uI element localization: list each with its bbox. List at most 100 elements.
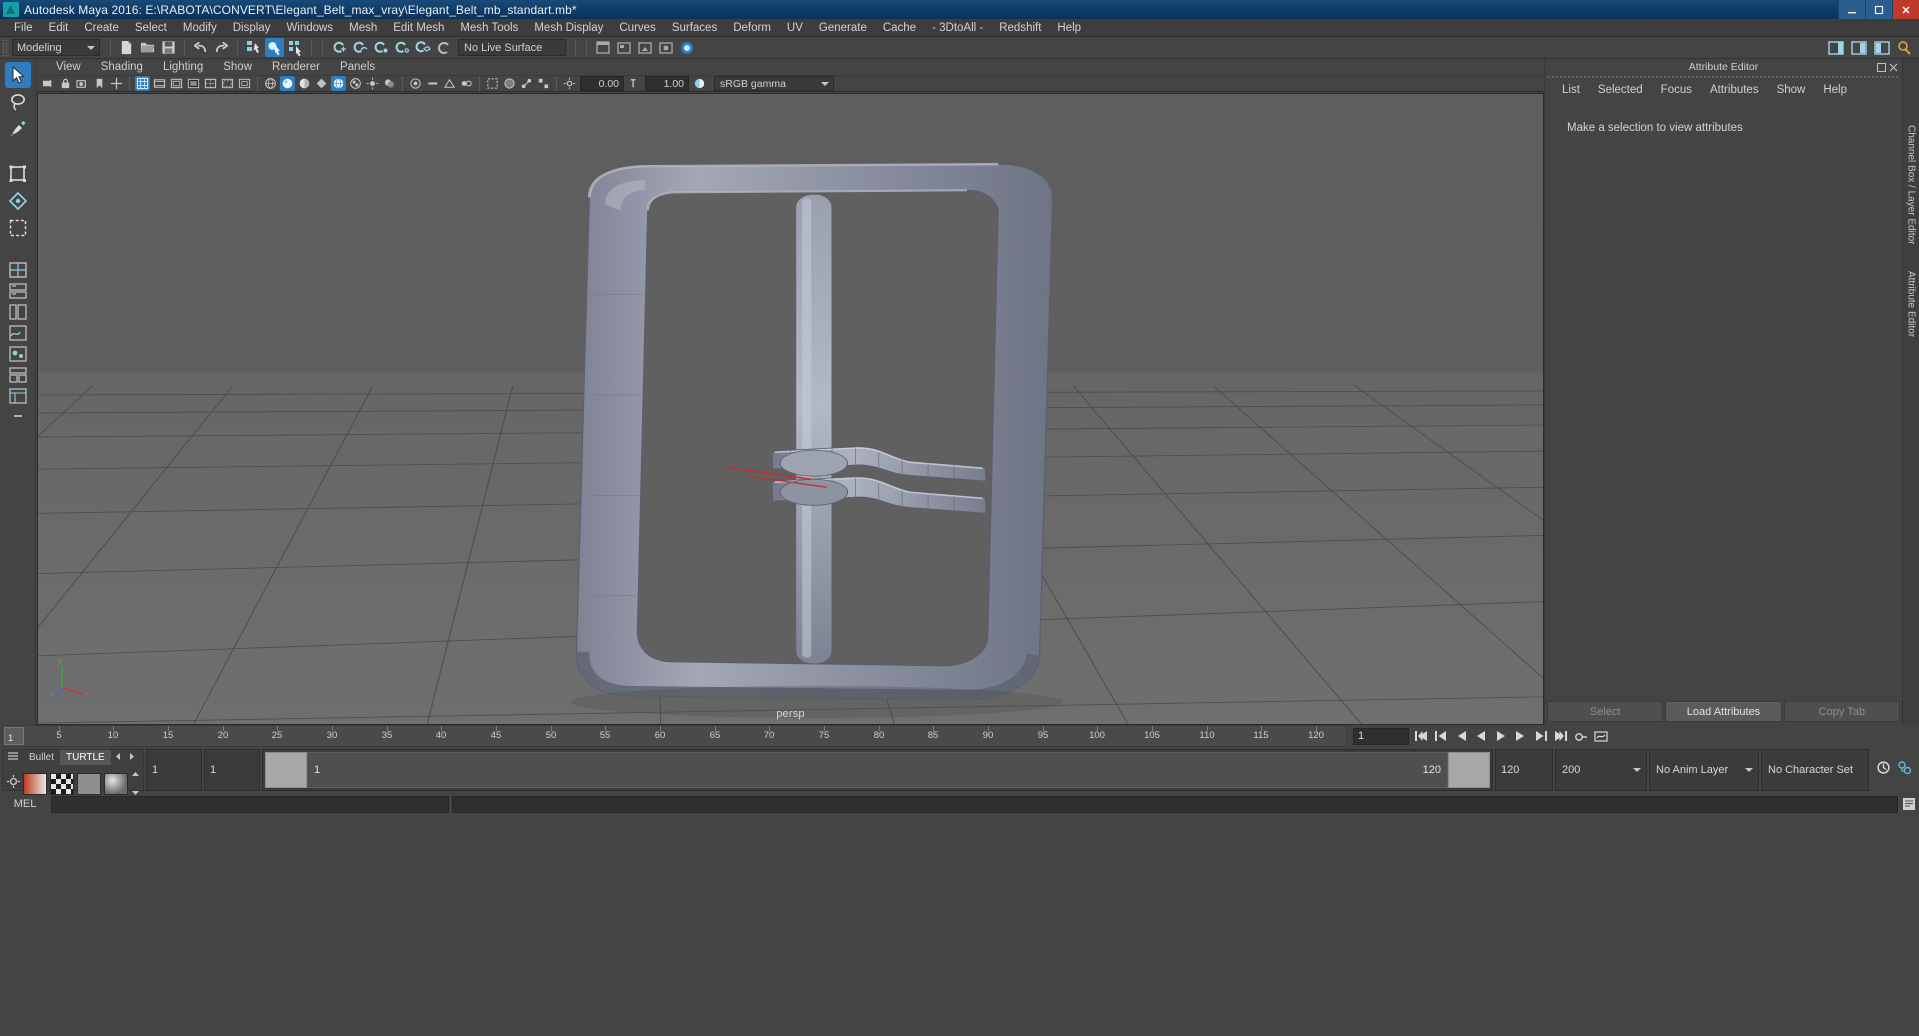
range-end-handle[interactable] (1448, 752, 1490, 788)
color-management-icon[interactable] (692, 76, 707, 91)
outliner-persp-layout-icon[interactable] (7, 386, 29, 406)
current-frame-field[interactable]: 1 (1353, 727, 1409, 745)
menu-file[interactable]: File (6, 19, 41, 37)
snap-to-grid-icon[interactable] (329, 38, 348, 57)
use-all-lights-icon[interactable] (365, 76, 380, 91)
menu-3dtoall[interactable]: - 3DtoAll - (924, 19, 991, 37)
panel-menu-show[interactable]: Show (213, 59, 262, 76)
select-button[interactable]: Select (1547, 701, 1664, 722)
range-slider[interactable]: 1 120 (262, 749, 1493, 791)
redo-icon[interactable] (212, 38, 231, 57)
persp-outliner-layout-icon[interactable] (7, 302, 29, 322)
menu-set-selector[interactable]: Modeling (12, 39, 100, 56)
go-to-start-icon[interactable] (1412, 728, 1429, 745)
smooth-shade-all-icon[interactable] (280, 76, 295, 91)
four-view-layout-icon[interactable] (7, 281, 29, 301)
save-scene-icon[interactable] (159, 38, 178, 57)
multisample-icon[interactable] (442, 76, 457, 91)
shadows-icon[interactable] (382, 76, 397, 91)
playback-end-field[interactable]: 120 (1495, 749, 1553, 791)
film-origin-icon[interactable] (203, 76, 218, 91)
undock-icon[interactable] (1877, 61, 1886, 77)
play-forwards-icon[interactable] (1492, 728, 1509, 745)
live-surface-field[interactable]: No Live Surface (458, 39, 566, 56)
range-track[interactable]: 1 120 (307, 752, 1448, 788)
select-camera-icon[interactable] (41, 76, 56, 91)
channel-box-toggle-icon[interactable] (1895, 38, 1914, 57)
select-by-hierarchy-icon[interactable] (244, 38, 263, 57)
snap-to-projected-center-icon[interactable] (392, 38, 411, 57)
range-start-handle[interactable] (265, 752, 307, 788)
sphere-swatch-icon[interactable] (104, 772, 128, 795)
gate-mask-icon[interactable] (186, 76, 201, 91)
ae-menu-show[interactable]: Show (1768, 80, 1815, 100)
checker-swatch-icon[interactable] (50, 772, 74, 795)
hypershade-layout-icon[interactable] (7, 344, 29, 364)
range-end-field[interactable]: 200 (1555, 749, 1647, 791)
copy-tab-button[interactable]: Copy Tab (1783, 701, 1900, 722)
show-hide-editors-icon[interactable] (1826, 38, 1845, 57)
persp-graph-layout-icon[interactable] (7, 323, 29, 343)
smooth-shade-selected-icon[interactable] (297, 76, 312, 91)
step-back-frame-icon[interactable] (1432, 728, 1449, 745)
toolbar-gripper[interactable] (2, 38, 9, 57)
motion-blur-icon[interactable] (425, 76, 440, 91)
menu-cache[interactable]: Cache (875, 19, 924, 37)
menu-mesh-display[interactable]: Mesh Display (526, 19, 611, 37)
perspective-viewport[interactable]: y x z persp (37, 93, 1544, 725)
open-scene-icon[interactable] (138, 38, 157, 57)
snap-to-curve-icon[interactable] (350, 38, 369, 57)
new-scene-icon[interactable] (117, 38, 136, 57)
menu-deform[interactable]: Deform (725, 19, 779, 37)
xray-joints-icon[interactable] (519, 76, 534, 91)
play-backwards-icon[interactable] (1472, 728, 1489, 745)
close-button[interactable] (1892, 0, 1919, 19)
command-output[interactable] (452, 795, 1898, 813)
tool-settings-toggle-icon[interactable] (1872, 38, 1891, 57)
ae-menu-attributes[interactable]: Attributes (1701, 80, 1768, 100)
auto-keyframe-icon[interactable] (1875, 759, 1892, 781)
vtab-attribute-editor[interactable]: Attribute Editor (1906, 265, 1917, 343)
select-by-component-icon[interactable] (286, 38, 305, 57)
panel-menu-shading[interactable]: Shading (91, 59, 153, 76)
snap-to-point-icon[interactable] (371, 38, 390, 57)
scroll-up-icon[interactable] (131, 765, 140, 783)
scale-tool[interactable] (5, 215, 31, 241)
character-set-selector[interactable]: No Character Set (1761, 749, 1869, 791)
lock-camera-icon[interactable] (58, 76, 73, 91)
shelf-menu-icon[interactable] (3, 751, 23, 764)
wireframe-on-shaded-icon[interactable] (331, 76, 346, 91)
exposure-field[interactable]: 0.00 (580, 76, 624, 91)
script-editor-icon[interactable] (1901, 796, 1917, 812)
select-tool[interactable] (4, 62, 31, 88)
prev-shelf-icon[interactable] (111, 752, 125, 764)
grey-swatch-icon[interactable] (77, 772, 101, 795)
single-perspective-layout-icon[interactable] (7, 260, 29, 280)
grid-toggle-icon[interactable] (135, 76, 150, 91)
step-forward-key-icon[interactable] (1512, 728, 1529, 745)
render-view-icon[interactable] (614, 38, 633, 57)
step-forward-frame-icon[interactable] (1532, 728, 1549, 745)
snap-to-view-plane-icon[interactable] (413, 38, 432, 57)
menu-help[interactable]: Help (1049, 19, 1089, 37)
lasso-tool[interactable] (5, 89, 31, 115)
move-tool[interactable] (5, 161, 31, 187)
bookmark-icon[interactable] (92, 76, 107, 91)
minimize-button[interactable] (1838, 0, 1865, 19)
screen-space-ambient-occlusion-icon[interactable] (408, 76, 423, 91)
exposure-icon[interactable] (562, 76, 577, 91)
menu-curves[interactable]: Curves (611, 19, 663, 37)
menu-mesh[interactable]: Mesh (341, 19, 385, 37)
panel-menu-lighting[interactable]: Lighting (153, 59, 213, 76)
anim-layer-selector[interactable]: No Anim Layer (1649, 749, 1759, 791)
isolate-select-icon[interactable] (485, 76, 500, 91)
ae-menu-list[interactable]: List (1553, 80, 1589, 100)
ae-menu-selected[interactable]: Selected (1589, 80, 1652, 100)
time-slider[interactable]: 5 10 15 20 25 30 35 40 45 50 55 60 65 70… (2, 725, 1347, 747)
render-current-frame-icon[interactable] (677, 38, 696, 57)
menu-windows[interactable]: Windows (278, 19, 341, 37)
menu-edit-mesh[interactable]: Edit Mesh (385, 19, 452, 37)
command-language-label[interactable]: MEL (2, 798, 48, 810)
menu-uv[interactable]: UV (779, 19, 811, 37)
turtle-render-icon[interactable] (23, 772, 47, 795)
